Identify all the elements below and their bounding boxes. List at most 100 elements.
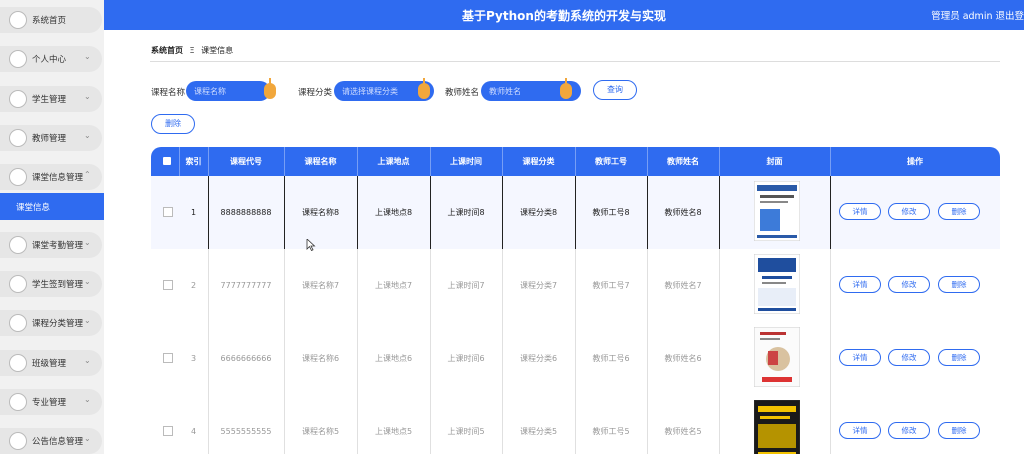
- edit-button[interactable]: 修改: [888, 276, 930, 293]
- sidebar-item-teachers[interactable]: 教师管理 ⌄: [0, 125, 102, 151]
- teacher-name-label: 教师姓名: [445, 88, 480, 98]
- divider: [719, 322, 720, 395]
- menu-icon: [9, 90, 27, 108]
- divider: [208, 322, 209, 395]
- cell-name: 课程名称7: [301, 281, 340, 290]
- sidebar-item-major[interactable]: 专业管理 ⌄: [0, 389, 102, 415]
- cell-code: 6666666666: [220, 354, 272, 363]
- cell-name: 课程名称6: [301, 354, 340, 363]
- delete-button[interactable]: 删除: [938, 422, 980, 439]
- breadcrumb-separator: Ξ: [189, 46, 195, 55]
- course-name-input[interactable]: [186, 81, 270, 101]
- cell-code: 5555555555: [220, 427, 272, 436]
- sidebar-item-label: 班级管理: [32, 359, 67, 369]
- input-knob-icon: [418, 78, 430, 99]
- menu-icon: [9, 236, 27, 254]
- cell-index: 1: [190, 208, 197, 217]
- book-cover-image: [754, 181, 800, 241]
- sidebar-item-label: 个人中心: [32, 55, 67, 65]
- cell-index: 4: [190, 427, 197, 436]
- cell-location: 上课地点8: [374, 208, 413, 217]
- chevron-down-icon: ⌄: [84, 434, 91, 443]
- sidebar-item-class[interactable]: 班级管理 ⌄: [0, 350, 102, 376]
- divider: [575, 395, 576, 454]
- divider: [150, 61, 1000, 62]
- divider: [575, 147, 576, 176]
- detail-button[interactable]: 详情: [839, 349, 881, 366]
- delete-button[interactable]: 删除: [938, 349, 980, 366]
- table-row[interactable]: 2 7777777777 课程名称7 上课地点7 上课时间7 课程分类7 教师工…: [151, 249, 1000, 323]
- cell-teacher-id: 教师工号6: [592, 354, 630, 363]
- table-row[interactable]: 4 5555555555 课程名称5 上课地点5 上课时间5 课程分类5 教师工…: [151, 395, 1000, 454]
- batch-delete-button[interactable]: 删除: [151, 114, 195, 134]
- cell-name: 课程名称8: [301, 208, 340, 217]
- sidebar-item-label: 学生签到管理: [32, 280, 84, 290]
- menu-icon: [9, 129, 27, 147]
- header-code: 课程代号: [230, 157, 262, 166]
- divider: [719, 147, 720, 176]
- detail-button[interactable]: 详情: [839, 276, 881, 293]
- sidebar-item-course-category[interactable]: 课程分类管理 ⌄: [0, 310, 102, 336]
- table-row[interactable]: 3 6666666666 课程名称6 上课地点6 上课时间6 课程分类6 教师工…: [151, 322, 1000, 396]
- sidebar-item-profile[interactable]: 个人中心 ⌄: [0, 46, 102, 72]
- select-all-checkbox[interactable]: [163, 157, 171, 165]
- divider: [575, 176, 576, 249]
- query-button[interactable]: 查询: [593, 80, 637, 100]
- sidebar-item-label: 课堂考勤管理: [32, 241, 84, 251]
- divider: [208, 147, 209, 176]
- sidebar-item-notice[interactable]: 公告信息管理 ⌄: [0, 428, 102, 454]
- book-cover-image: [754, 254, 800, 314]
- cell-time: 上课时间5: [447, 427, 485, 436]
- breadcrumb-home[interactable]: 系统首页: [151, 46, 183, 55]
- divider: [502, 147, 503, 176]
- cell-teacher-name: 教师姓名6: [664, 354, 702, 363]
- detail-button[interactable]: 详情: [839, 422, 881, 439]
- cell-location: 上课地点5: [374, 427, 413, 436]
- edit-button[interactable]: 修改: [888, 422, 930, 439]
- sidebar-item-attendance[interactable]: 课堂考勤管理 ⌄: [0, 232, 102, 258]
- divider: [430, 147, 431, 176]
- divider: [430, 322, 431, 395]
- divider: [208, 176, 209, 249]
- menu-icon: [9, 50, 27, 68]
- cell-time: 上课时间7: [447, 281, 485, 290]
- breadcrumb: 系统首页 Ξ 课堂信息: [151, 45, 233, 56]
- divider: [179, 147, 180, 176]
- sidebar-item-students[interactable]: 学生管理 ⌄: [0, 86, 102, 112]
- divider: [719, 395, 720, 454]
- sidebar-item-label: 教师管理: [32, 134, 67, 144]
- cell-category: 课程分类6: [519, 354, 558, 363]
- cell-category: 课程分类8: [519, 208, 558, 217]
- sidebar-item-signin[interactable]: 学生签到管理 ⌄: [0, 271, 102, 297]
- menu-icon: [9, 432, 27, 450]
- divider: [719, 176, 720, 249]
- cell-index: 3: [190, 354, 197, 363]
- divider: [357, 395, 358, 454]
- edit-button[interactable]: 修改: [888, 349, 930, 366]
- row-checkbox[interactable]: [163, 353, 173, 363]
- header-teacher-id: 教师工号: [595, 157, 627, 166]
- detail-button[interactable]: 详情: [839, 203, 881, 220]
- menu-icon: [9, 354, 27, 372]
- chevron-up-icon: ⌃: [84, 170, 91, 179]
- sidebar-subitem-class-info[interactable]: 课堂信息: [0, 193, 104, 220]
- delete-button[interactable]: 删除: [938, 276, 980, 293]
- row-checkbox[interactable]: [163, 207, 173, 217]
- divider: [284, 395, 285, 454]
- chevron-down-icon: ⌄: [84, 395, 91, 404]
- edit-button[interactable]: 修改: [888, 203, 930, 220]
- input-knob-icon: [560, 78, 572, 99]
- sidebar-item-class-info[interactable]: 课堂信息管理 ⌃: [0, 164, 102, 190]
- divider: [647, 322, 648, 395]
- user-logout-link[interactable]: 管理员 admin 退出登: [931, 8, 1024, 22]
- divider: [284, 176, 285, 249]
- divider: [502, 395, 503, 454]
- row-checkbox[interactable]: [163, 280, 173, 290]
- divider: [502, 249, 503, 322]
- row-checkbox[interactable]: [163, 426, 173, 436]
- header-index: 索引: [185, 157, 202, 166]
- divider: [284, 249, 285, 322]
- delete-button[interactable]: 删除: [938, 203, 980, 220]
- sidebar-item-home[interactable]: 系统首页: [0, 7, 102, 33]
- table-row[interactable]: 1 8888888888 课程名称8 上课地点8 上课时间8 课程分类8 教师工…: [151, 176, 1000, 250]
